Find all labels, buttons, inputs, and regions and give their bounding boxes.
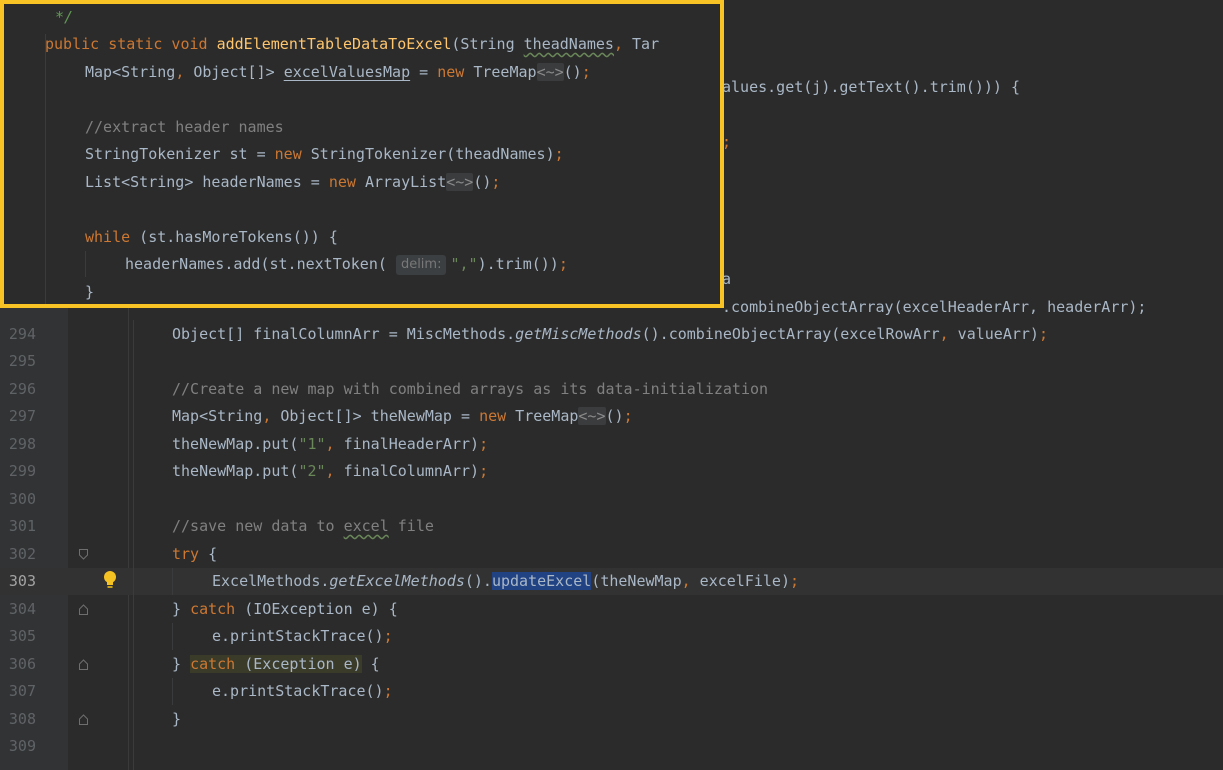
line-number: 306 — [8, 655, 36, 673]
lightbulb-intention-icon[interactable] — [101, 568, 119, 595]
line-number: 302 — [8, 545, 36, 563]
line-number: 297 — [8, 407, 36, 425]
code-line-306[interactable]: 306 } catch (Exception e) { — [0, 651, 1223, 678]
popup-line[interactable]: public static void addElementTableDataTo… — [4, 31, 720, 58]
comment: //Create a new map with combined arrays … — [172, 380, 769, 398]
closing-brace: } — [172, 710, 182, 728]
fold-toggle-icon[interactable] — [79, 549, 88, 560]
fold-toggle-icon[interactable] — [79, 604, 88, 615]
code-line-294[interactable]: 294 Object[] finalColumnArr = MiscMethod… — [0, 321, 1223, 348]
code-line-301[interactable]: 301 //save new data to excel file — [0, 513, 1223, 540]
code-line-303[interactable]: 303 ExcelMethods.getExcelMethods().updat… — [0, 568, 1223, 595]
code-line-300[interactable]: 300 — [0, 486, 1223, 513]
popup-line[interactable]: //extract header names — [4, 114, 720, 141]
line-number: 309 — [8, 737, 36, 755]
code-line-304[interactable]: 304 } catch (IOException e) { — [0, 596, 1223, 623]
line-number: 295 — [8, 352, 36, 370]
line-number: 307 — [8, 682, 36, 700]
popup-line[interactable]: headerNames.add(st.nextToken( delim: ",")… — [4, 251, 720, 278]
code-line-295[interactable]: 295 — [0, 348, 1223, 375]
code-line-308[interactable]: 308 } — [0, 706, 1223, 733]
line-number: 303 — [8, 572, 36, 590]
fold-toggle-icon[interactable] — [79, 714, 88, 725]
line-number: 296 — [8, 380, 36, 398]
line-number: 299 — [8, 462, 36, 480]
highlighted-method[interactable]: updateExcel — [491, 572, 592, 590]
fold-toggle-icon[interactable] — [79, 659, 88, 670]
code-scope-popup[interactable]: */ public static void addElementTableDat… — [0, 0, 724, 308]
code-line-296[interactable]: 296 //Create a new map with combined arr… — [0, 376, 1223, 403]
code-line-305[interactable]: 305 e.printStackTrace(); — [0, 623, 1223, 650]
popup-line[interactable]: while (st.hasMoreTokens()) { — [4, 224, 720, 251]
popup-line[interactable]: Map<String, Object[]> excelValuesMap = n… — [4, 59, 720, 86]
code-fragment[interactable]: alues.get(j).getText().trim())) { — [722, 74, 1020, 101]
parameter-hint: delim: — [395, 254, 447, 275]
line-number: 298 — [8, 435, 36, 453]
line-number: 305 — [8, 627, 36, 645]
code-line-302[interactable]: 302 try { — [0, 541, 1223, 568]
code-line-298[interactable]: 298 theNewMap.put("1", finalHeaderArr); — [0, 431, 1223, 458]
line-number: 294 — [8, 325, 36, 343]
line-number: 304 — [8, 600, 36, 618]
line-number: 308 — [8, 710, 36, 728]
popup-line[interactable]: } — [4, 279, 720, 304]
popup-line[interactable]: */ — [4, 4, 720, 31]
line-number: 300 — [8, 490, 36, 508]
popup-line[interactable]: StringTokenizer st = new StringTokenizer… — [4, 141, 720, 168]
line-number: 301 — [8, 517, 36, 535]
code-line-297[interactable]: 297 Map<String, Object[]> theNewMap = ne… — [0, 403, 1223, 430]
code-line-307[interactable]: 307 e.printStackTrace(); — [0, 678, 1223, 705]
code-fragment[interactable]: .combineObjectArray(excelHeaderArr, head… — [722, 294, 1146, 321]
code-line-309[interactable]: 309 — [0, 733, 1223, 760]
popup-line[interactable]: List<String> headerNames = new ArrayList… — [4, 169, 720, 196]
code-line-299[interactable]: 299 theNewMap.put("2", finalColumnArr); — [0, 458, 1223, 485]
